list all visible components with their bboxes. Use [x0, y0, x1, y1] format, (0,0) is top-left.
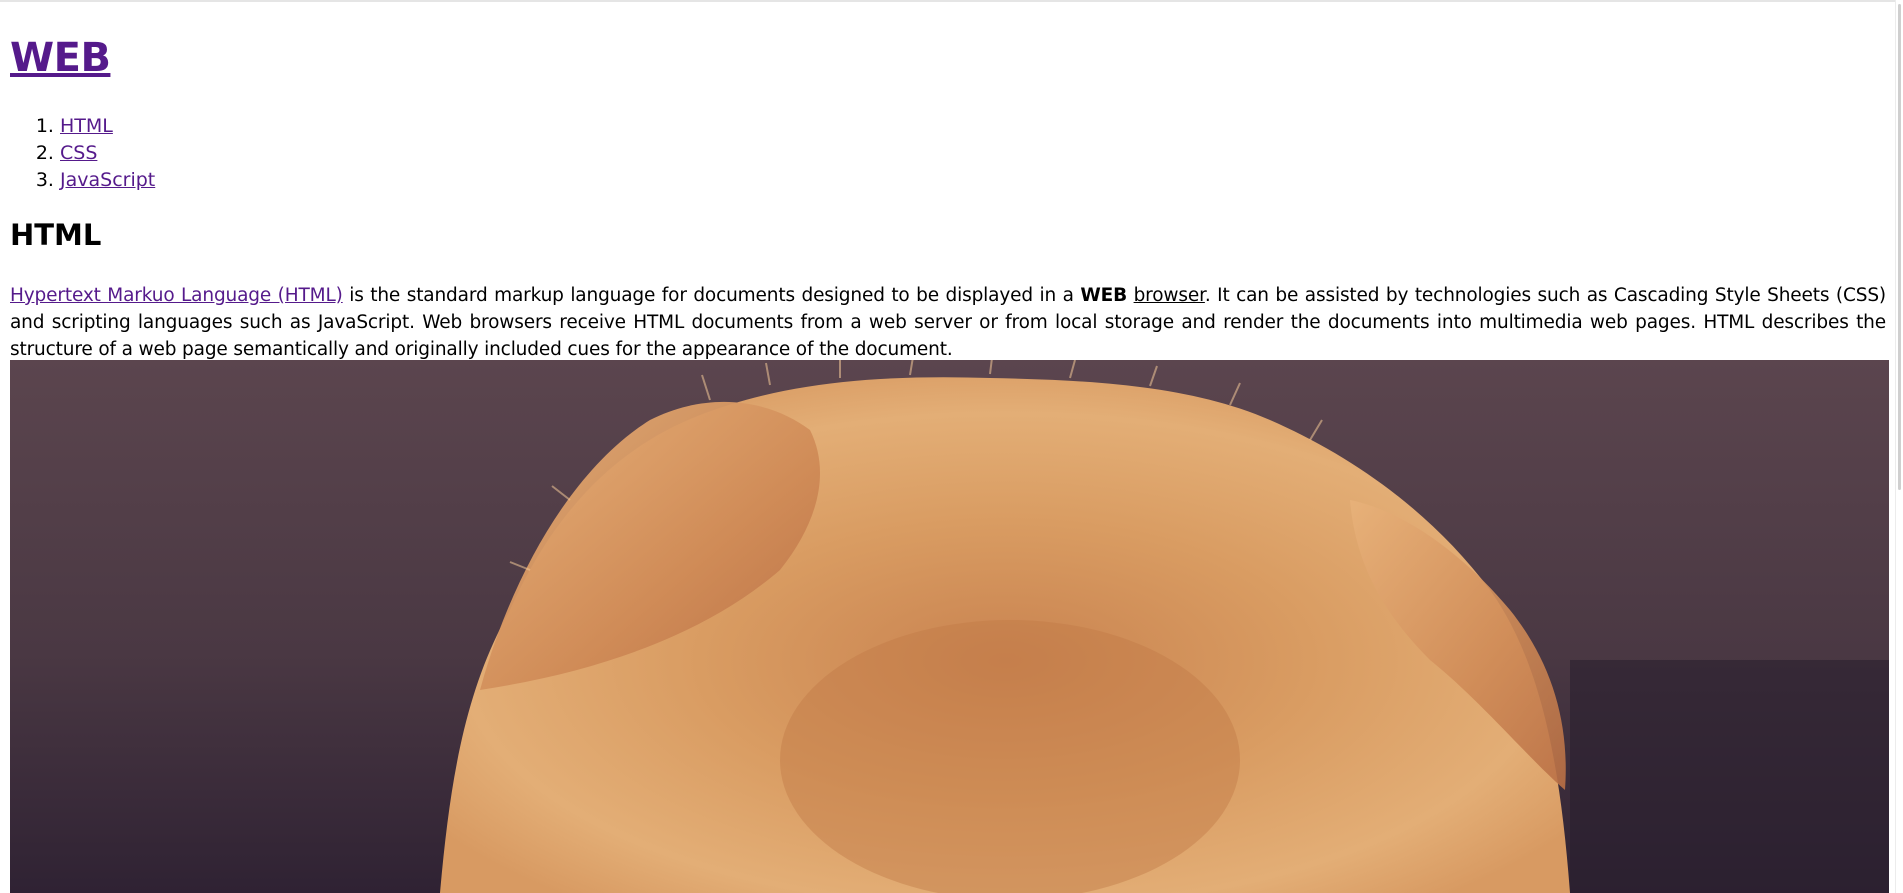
- nav-item: HTML: [60, 113, 155, 140]
- nav-link-html[interactable]: HTML: [60, 115, 113, 137]
- vertical-scrollbar[interactable]: [1895, 0, 1903, 893]
- html-definition-link[interactable]: Hypertext Markuo Language (HTML): [10, 285, 343, 306]
- nav-item: CSS: [60, 140, 155, 167]
- paragraph-text: is the standard markup language for docu…: [342, 285, 1081, 306]
- title-link[interactable]: WEB: [10, 35, 111, 81]
- kitten-image: [10, 360, 1889, 893]
- scrollbar-thumb[interactable]: [1898, 4, 1901, 490]
- nav-item: JavaScript: [60, 167, 155, 194]
- browser-link[interactable]: browser: [1134, 285, 1205, 306]
- nav-link-javascript[interactable]: JavaScript: [60, 169, 155, 191]
- kitten-photo-icon: [10, 360, 1889, 893]
- bold-web-text: WEB: [1080, 285, 1128, 306]
- section-heading: HTML: [10, 218, 102, 252]
- page-title: WEB: [10, 32, 111, 84]
- top-border: [0, 0, 1903, 2]
- nav-list: HTML CSS JavaScript: [10, 113, 155, 194]
- intro-paragraph: Hypertext Markuo Language (HTML) is the …: [10, 282, 1886, 363]
- nav-link-css[interactable]: CSS: [60, 142, 97, 164]
